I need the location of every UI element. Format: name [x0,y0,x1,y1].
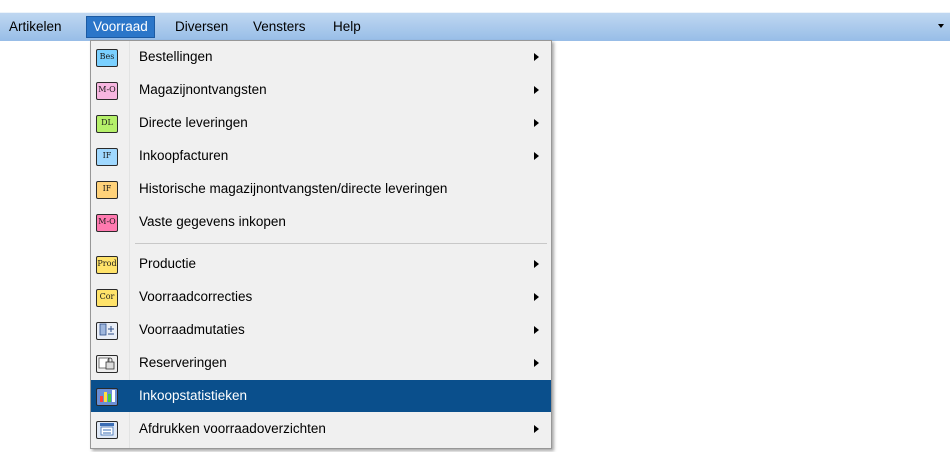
voorraadmutaties-icon [96,322,118,340]
submenu-arrow-icon [534,119,539,127]
inkoopstatistieken-icon [96,388,118,406]
menu-help[interactable]: Help [327,17,367,37]
menu-help-label: Help [333,19,361,34]
menu-item-label: Voorraadcorrecties [139,289,253,304]
menu-item-voorraadcorrecties[interactable]: Cor Voorraadcorrecties [91,281,551,313]
menu-item-productie[interactable]: Prod Productie [91,248,551,280]
magazijnontvangsten-icon: M-O [96,82,118,100]
menu-item-label: Directe leveringen [139,115,248,130]
submenu-arrow-icon [534,53,539,61]
voorraadcorrecties-icon: Cor [96,289,118,307]
submenu-arrow-icon [534,152,539,160]
menu-item-label: Historische magazijnontvangsten/directe … [139,181,448,196]
menu-diversen[interactable]: Diversen [169,17,234,37]
menu-diversen-label: Diversen [175,19,229,34]
menu-item-label: Inkoopstatistieken [139,388,248,403]
menu-item-reserveringen[interactable]: Reserveringen [91,347,551,379]
menu-item-directe-leveringen[interactable]: DL Directe leveringen [91,107,551,139]
chevron-down-icon[interactable] [938,24,944,28]
menu-item-label: Productie [139,256,197,271]
menu-item-afdrukken[interactable]: Afdrukken voorraadoverzichten [91,413,551,445]
submenu-arrow-icon [534,293,539,301]
menu-item-label: Voorraadmutaties [139,322,245,337]
submenu-arrow-icon [534,359,539,367]
menu-vensters-label: Vensters [253,19,306,34]
menu-separator [135,243,547,244]
menu-artikelen-label: Artikelen [9,19,62,34]
menu-item-label: Afdrukken voorraadoverzichten [139,421,326,436]
menu-artikelen[interactable]: Artikelen [3,17,68,37]
submenu-arrow-icon [534,260,539,268]
voorraad-dropdown-menu: Bes Bestellingen M-O Magazijnontvangsten… [90,40,552,449]
menu-voorraad[interactable]: Voorraad [86,16,155,38]
menu-item-inkoopfacturen[interactable]: IF Inkoopfacturen [91,140,551,172]
vaste-gegevens-icon: M-O [96,214,118,232]
inkoopfacturen-icon: IF [96,148,118,166]
menu-item-label: Reserveringen [139,355,227,370]
reserveringen-icon [96,355,118,373]
submenu-arrow-icon [534,326,539,334]
menu-item-magazijnontvangsten[interactable]: M-O Magazijnontvangsten [91,74,551,106]
menu-item-label: Magazijnontvangsten [139,82,267,97]
menu-bar: Artikelen Voorraad Diversen Vensters Hel… [0,0,950,41]
historische-icon: IF [96,181,118,199]
menu-item-voorraadmutaties[interactable]: Voorraadmutaties [91,314,551,346]
menu-item-bestellingen[interactable]: Bes Bestellingen [91,41,551,73]
menu-item-vaste-gegevens[interactable]: M-O Vaste gegevens inkopen [91,206,551,238]
menu-item-label: Inkoopfacturen [139,148,229,163]
menu-vensters[interactable]: Vensters [247,17,312,37]
directe-leveringen-icon: DL [96,115,118,133]
menu-item-inkoopstatistieken[interactable]: Inkoopstatistieken [91,380,551,412]
menu-item-historische[interactable]: IF Historische magazijnontvangsten/direc… [91,173,551,205]
submenu-arrow-icon [534,86,539,94]
menu-item-label: Bestellingen [139,49,213,64]
menu-voorraad-label: Voorraad [93,19,148,34]
menu-item-label: Vaste gegevens inkopen [139,214,286,229]
productie-icon: Prod [96,256,118,274]
bestellingen-icon: Bes [96,49,118,67]
afdrukken-icon [96,421,118,439]
submenu-arrow-icon [534,425,539,433]
